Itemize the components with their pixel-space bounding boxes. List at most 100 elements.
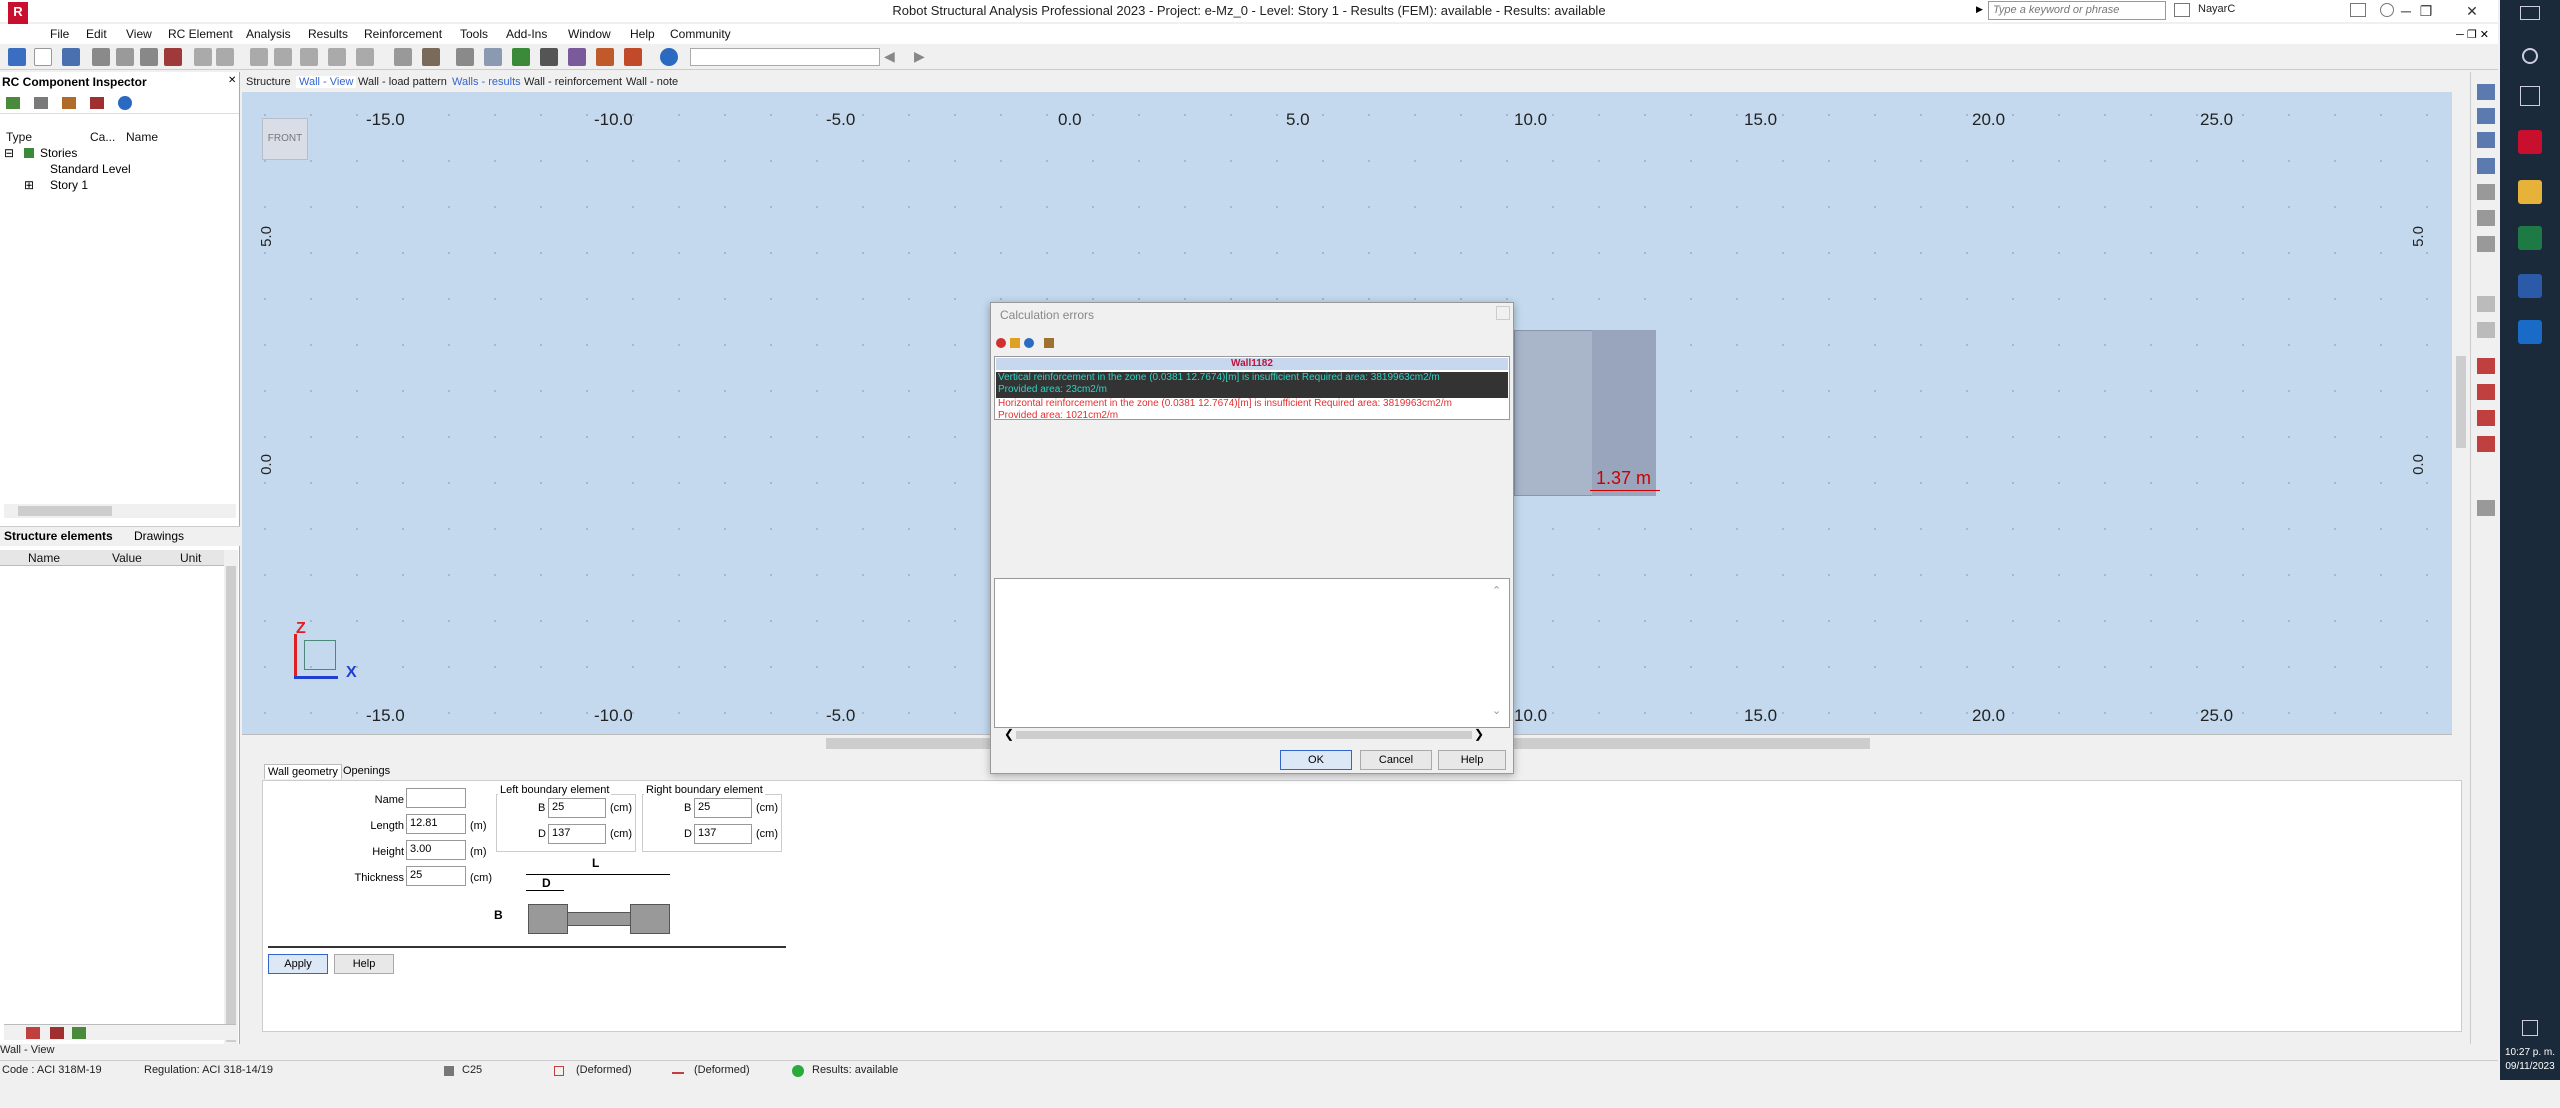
props-col-value[interactable]: Value bbox=[112, 551, 142, 565]
error-detail-pane[interactable] bbox=[994, 578, 1510, 728]
tab-structure-elements[interactable]: Structure elements bbox=[4, 529, 113, 543]
scroll-thumb[interactable] bbox=[18, 506, 112, 516]
tool-icon[interactable] bbox=[2477, 132, 2495, 148]
selection-combo[interactable] bbox=[690, 48, 880, 66]
help-toolbar-icon[interactable] bbox=[660, 48, 678, 66]
vscroll-thumb[interactable] bbox=[2456, 356, 2466, 448]
dialog-close-icon[interactable] bbox=[1496, 306, 1510, 320]
detail-hscroll-thumb[interactable] bbox=[1016, 731, 1472, 739]
cancel-button[interactable]: Cancel bbox=[1360, 750, 1432, 770]
col-ca[interactable]: Ca... bbox=[90, 130, 115, 144]
tool-icon[interactable] bbox=[2477, 322, 2495, 338]
menu-rc-element[interactable]: RC Element bbox=[168, 27, 233, 41]
outlook-icon[interactable] bbox=[2518, 320, 2542, 344]
menu-analysis[interactable]: Analysis bbox=[246, 27, 291, 41]
cut-icon[interactable] bbox=[194, 48, 212, 66]
tab-openings[interactable]: Openings bbox=[340, 764, 393, 778]
menu-window[interactable]: Window bbox=[568, 27, 611, 41]
name-field[interactable] bbox=[406, 788, 466, 808]
results-table-icon[interactable] bbox=[540, 48, 558, 66]
scroll-up-icon[interactable]: ⌃ bbox=[1492, 584, 1501, 597]
ok-button[interactable]: OK bbox=[1280, 750, 1352, 770]
menu-edit[interactable]: Edit bbox=[86, 27, 107, 41]
tab-wall-view[interactable]: Wall - View bbox=[296, 76, 357, 88]
scroll-left-icon[interactable]: ❮ bbox=[1004, 727, 1014, 741]
wall-help-button[interactable]: Help bbox=[334, 954, 394, 974]
tool-icon[interactable] bbox=[2477, 410, 2495, 426]
help-icon[interactable] bbox=[118, 95, 132, 110]
status-concrete[interactable]: C25 bbox=[462, 1064, 482, 1076]
tree-expander-stories[interactable]: ⊟ bbox=[4, 146, 14, 160]
tool-icon[interactable] bbox=[2477, 158, 2495, 174]
tab-walls-results[interactable]: Walls - results bbox=[452, 76, 521, 88]
new-file-icon[interactable] bbox=[34, 48, 52, 66]
paste-icon[interactable] bbox=[300, 48, 318, 66]
tab-structure[interactable]: Structure bbox=[246, 76, 291, 88]
col-name[interactable]: Name bbox=[126, 130, 158, 144]
screen-capture-icon[interactable] bbox=[140, 48, 158, 66]
search-arrow-icon[interactable]: ▶ bbox=[1976, 4, 1983, 15]
right-d-field[interactable]: 137 bbox=[694, 824, 752, 844]
redo-icon[interactable] bbox=[356, 48, 374, 66]
left-b-field[interactable]: 25 bbox=[548, 798, 606, 818]
delete-icon[interactable] bbox=[216, 48, 234, 66]
height-field[interactable]: 3.00 bbox=[406, 840, 466, 860]
error-icon[interactable] bbox=[996, 338, 1006, 348]
settings-icon[interactable] bbox=[596, 48, 614, 66]
next-icon[interactable]: ▶ bbox=[914, 48, 925, 65]
help-search-input[interactable]: Type a keyword or phrase bbox=[1988, 1, 2166, 20]
layer-icon[interactable] bbox=[72, 1027, 86, 1039]
tab-wall-geometry[interactable]: Wall geometry bbox=[264, 764, 342, 779]
right-b-field[interactable]: 25 bbox=[694, 798, 752, 818]
word-icon[interactable] bbox=[2518, 274, 2542, 298]
tree-item-standard-level[interactable]: Standard Level bbox=[50, 162, 131, 176]
tree-expander-story1[interactable]: ⊞ bbox=[24, 178, 34, 192]
tree-item-story-1[interactable]: Story 1 bbox=[50, 178, 88, 192]
calculate-icon[interactable] bbox=[512, 48, 530, 66]
menu-tools[interactable]: Tools bbox=[460, 27, 488, 41]
tool-icon[interactable] bbox=[2477, 436, 2495, 452]
menu-view[interactable]: View bbox=[126, 27, 152, 41]
props-col-unit[interactable]: Unit bbox=[180, 551, 201, 565]
rebar-icon[interactable] bbox=[50, 1027, 64, 1039]
cart-icon[interactable] bbox=[2350, 3, 2366, 17]
excel-icon[interactable] bbox=[2518, 226, 2542, 250]
wrench-icon[interactable] bbox=[624, 48, 642, 66]
remove-icon[interactable] bbox=[90, 96, 104, 109]
thickness-field[interactable]: 25 bbox=[406, 866, 466, 886]
inspector-hscroll[interactable] bbox=[4, 504, 236, 518]
tool-icon[interactable] bbox=[2477, 184, 2495, 200]
scroll-thumb[interactable] bbox=[226, 566, 236, 1042]
mdi-restore-icon[interactable]: ─ ❐ ✕ bbox=[2456, 28, 2489, 41]
tab-wall-load-pattern[interactable]: Wall - load pattern bbox=[358, 76, 447, 88]
reinforcement-icon[interactable] bbox=[568, 48, 586, 66]
object-icon[interactable] bbox=[26, 1027, 40, 1039]
dialog-help-button[interactable]: Help bbox=[1438, 750, 1506, 770]
scroll-right-icon[interactable]: ❯ bbox=[1474, 727, 1484, 741]
warning-icon[interactable] bbox=[1010, 338, 1020, 348]
tool-icon[interactable] bbox=[2477, 84, 2495, 100]
zoom-window-icon[interactable] bbox=[484, 48, 502, 66]
menu-help[interactable]: Help bbox=[630, 27, 655, 41]
filter-icon[interactable] bbox=[34, 96, 48, 109]
close-panel-icon[interactable]: ✕ bbox=[228, 75, 236, 86]
status-deformed-2[interactable]: (Deformed) bbox=[694, 1064, 750, 1076]
status-deformed-1[interactable]: (Deformed) bbox=[576, 1064, 632, 1076]
tool-icon[interactable] bbox=[2477, 296, 2495, 312]
search-icon[interactable] bbox=[2522, 48, 2538, 64]
print-preview-icon[interactable] bbox=[116, 48, 134, 66]
tool-icon[interactable] bbox=[2477, 500, 2495, 516]
props-vscroll[interactable] bbox=[224, 550, 238, 1072]
tool-icon[interactable] bbox=[2477, 384, 2495, 400]
copy-icon[interactable] bbox=[274, 48, 292, 66]
filter-icon[interactable] bbox=[1044, 338, 1054, 348]
props-col-name[interactable]: Name bbox=[28, 551, 60, 565]
print-icon[interactable] bbox=[92, 48, 110, 66]
tool-icon[interactable] bbox=[2477, 108, 2495, 124]
display-icon[interactable] bbox=[394, 48, 412, 66]
view-cube[interactable]: FRONT bbox=[262, 118, 308, 160]
col-type[interactable]: Type bbox=[6, 130, 32, 144]
undo-icon[interactable] bbox=[328, 48, 346, 66]
menu-community[interactable]: Community bbox=[670, 27, 731, 41]
robot-taskbar-icon[interactable] bbox=[2518, 130, 2542, 154]
